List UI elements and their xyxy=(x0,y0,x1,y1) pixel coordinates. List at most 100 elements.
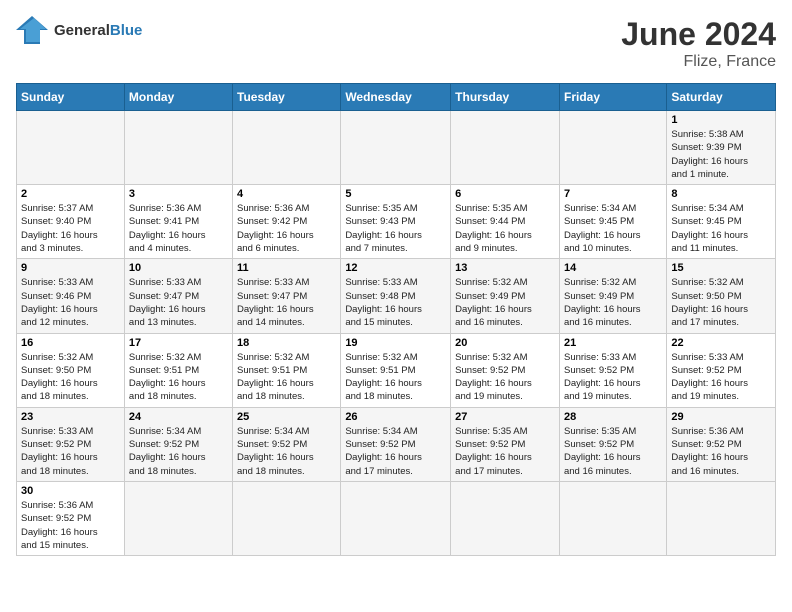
calendar-cell xyxy=(559,481,666,555)
calendar-cell: 21 Sunrise: 5:33 AM Sunset: 9:52 PM Dayli… xyxy=(559,333,666,407)
day-info: Sunrise: 5:32 AM Sunset: 9:51 PM Dayligh… xyxy=(237,351,336,404)
day-info: Sunrise: 5:33 AM Sunset: 9:52 PM Dayligh… xyxy=(671,351,771,404)
calendar-cell: 12Sunrise: 5:33 AM Sunset: 9:48 PM Dayli… xyxy=(341,259,451,333)
weekday-header-sunday: Sunday xyxy=(17,84,125,111)
day-info: Sunrise: 5:32 AM Sunset: 9:49 PM Dayligh… xyxy=(564,276,662,329)
day-number: 5 xyxy=(345,188,446,200)
calendar-cell xyxy=(559,111,666,185)
header: GeneralBlue June 2024 Flize, France xyxy=(16,16,776,71)
logo-icon xyxy=(16,16,48,44)
day-info: Sunrise: 5:33 AM Sunset: 9:47 PM Dayligh… xyxy=(129,276,228,329)
weekday-header-tuesday: Tuesday xyxy=(233,84,341,111)
calendar-cell: 22 Sunrise: 5:33 AM Sunset: 9:52 PM Dayli… xyxy=(667,333,776,407)
day-info: Sunrise: 5:35 AM Sunset: 9:52 PM Dayligh… xyxy=(455,425,555,478)
day-number: 4 xyxy=(237,188,336,200)
calendar-cell xyxy=(341,481,451,555)
day-info: Sunrise: 5:34 AM Sunset: 9:45 PM Dayligh… xyxy=(564,202,662,255)
weekday-header-monday: Monday xyxy=(124,84,232,111)
day-info: Sunrise: 5:35 AM Sunset: 9:44 PM Dayligh… xyxy=(455,202,555,255)
calendar-cell: 15 Sunrise: 5:32 AM Sunset: 9:50 PM Dayli… xyxy=(667,259,776,333)
day-info: Sunrise: 5:33 AM Sunset: 9:47 PM Dayligh… xyxy=(237,276,336,329)
day-number: 14 xyxy=(564,262,662,274)
location-subtitle: Flize, France xyxy=(621,53,776,71)
day-info: Sunrise: 5:37 AM Sunset: 9:40 PM Dayligh… xyxy=(21,202,120,255)
day-info: Sunrise: 5:32 AM Sunset: 9:49 PM Dayligh… xyxy=(455,276,555,329)
day-info: Sunrise: 5:35 AM Sunset: 9:43 PM Dayligh… xyxy=(345,202,446,255)
day-number: 17 xyxy=(129,337,228,349)
day-info: Sunrise: 5:34 AM Sunset: 9:52 PM Dayligh… xyxy=(129,425,228,478)
day-number: 19 xyxy=(345,337,446,349)
calendar-cell: 16 Sunrise: 5:32 AM Sunset: 9:50 PM Dayli… xyxy=(17,333,125,407)
day-number: 3 xyxy=(129,188,228,200)
day-info: Sunrise: 5:32 AM Sunset: 9:51 PM Dayligh… xyxy=(345,351,446,404)
day-number: 16 xyxy=(21,337,120,349)
day-number: 23 xyxy=(21,411,120,423)
day-number: 21 xyxy=(564,337,662,349)
calendar-cell xyxy=(667,481,776,555)
calendar-cell: 24Sunrise: 5:34 AM Sunset: 9:52 PM Dayli… xyxy=(124,407,232,481)
day-number: 30 xyxy=(21,485,120,497)
day-number: 29 xyxy=(671,411,771,423)
day-number: 26 xyxy=(345,411,446,423)
calendar-cell: 14 Sunrise: 5:32 AM Sunset: 9:49 PM Dayli… xyxy=(559,259,666,333)
calendar-cell xyxy=(451,481,560,555)
calendar-cell: 28 Sunrise: 5:35 AM Sunset: 9:52 PM Dayli… xyxy=(559,407,666,481)
calendar-cell xyxy=(17,111,125,185)
calendar-cell: 17 Sunrise: 5:32 AM Sunset: 9:51 PM Dayli… xyxy=(124,333,232,407)
day-info: Sunrise: 5:32 AM Sunset: 9:51 PM Dayligh… xyxy=(129,351,228,404)
day-number: 6 xyxy=(455,188,555,200)
calendar-cell: 10 Sunrise: 5:33 AM Sunset: 9:47 PM Dayli… xyxy=(124,259,232,333)
day-info: Sunrise: 5:35 AM Sunset: 9:52 PM Dayligh… xyxy=(564,425,662,478)
calendar-cell: 6 Sunrise: 5:35 AM Sunset: 9:44 PM Daylig… xyxy=(451,185,560,259)
day-info: Sunrise: 5:32 AM Sunset: 9:52 PM Dayligh… xyxy=(455,351,555,404)
calendar-cell: 27Sunrise: 5:35 AM Sunset: 9:52 PM Dayli… xyxy=(451,407,560,481)
week-row-6: 30 Sunrise: 5:36 AM Sunset: 9:52 PM Dayli… xyxy=(17,481,776,555)
week-row-3: 9 Sunrise: 5:33 AM Sunset: 9:46 PM Daylig… xyxy=(17,259,776,333)
day-info: Sunrise: 5:36 AM Sunset: 9:41 PM Dayligh… xyxy=(129,202,228,255)
day-number: 10 xyxy=(129,262,228,274)
calendar-cell: 5 Sunrise: 5:35 AM Sunset: 9:43 PM Daylig… xyxy=(341,185,451,259)
day-number: 8 xyxy=(671,188,771,200)
day-number: 11 xyxy=(237,262,336,274)
day-info: Sunrise: 5:36 AM Sunset: 9:52 PM Dayligh… xyxy=(671,425,771,478)
calendar-cell xyxy=(233,111,341,185)
day-number: 13 xyxy=(455,262,555,274)
day-info: Sunrise: 5:32 AM Sunset: 9:50 PM Dayligh… xyxy=(671,276,771,329)
month-year-title: June 2024 xyxy=(621,16,776,53)
day-number: 22 xyxy=(671,337,771,349)
day-info: Sunrise: 5:33 AM Sunset: 9:46 PM Dayligh… xyxy=(21,276,120,329)
day-info: Sunrise: 5:32 AM Sunset: 9:50 PM Dayligh… xyxy=(21,351,120,404)
week-row-2: 2 Sunrise: 5:37 AM Sunset: 9:40 PM Daylig… xyxy=(17,185,776,259)
calendar-cell: 3 Sunrise: 5:36 AM Sunset: 9:41 PM Daylig… xyxy=(124,185,232,259)
calendar-cell: 13 Sunrise: 5:32 AM Sunset: 9:49 PM Dayli… xyxy=(451,259,560,333)
calendar-cell xyxy=(341,111,451,185)
weekday-header-row: SundayMondayTuesdayWednesdayThursdayFrid… xyxy=(17,84,776,111)
day-number: 15 xyxy=(671,262,771,274)
day-info: Sunrise: 5:33 AM Sunset: 9:52 PM Dayligh… xyxy=(564,351,662,404)
day-info: Sunrise: 5:38 AM Sunset: 9:39 PM Dayligh… xyxy=(671,128,771,181)
day-number: 9 xyxy=(21,262,120,274)
logo: GeneralBlue xyxy=(16,16,142,44)
calendar-cell: 29 Sunrise: 5:36 AM Sunset: 9:52 PM Dayli… xyxy=(667,407,776,481)
calendar-cell: 8Sunrise: 5:34 AM Sunset: 9:45 PM Daylig… xyxy=(667,185,776,259)
calendar-cell: 4Sunrise: 5:36 AM Sunset: 9:42 PM Daylig… xyxy=(233,185,341,259)
calendar-cell: 30 Sunrise: 5:36 AM Sunset: 9:52 PM Dayli… xyxy=(17,481,125,555)
day-info: Sunrise: 5:36 AM Sunset: 9:52 PM Dayligh… xyxy=(21,499,120,552)
calendar-cell: 1 Sunrise: 5:38 AM Sunset: 9:39 PM Daylig… xyxy=(667,111,776,185)
weekday-header-saturday: Saturday xyxy=(667,84,776,111)
week-row-1: 1 Sunrise: 5:38 AM Sunset: 9:39 PM Daylig… xyxy=(17,111,776,185)
week-row-5: 23Sunrise: 5:33 AM Sunset: 9:52 PM Dayli… xyxy=(17,407,776,481)
day-number: 12 xyxy=(345,262,446,274)
calendar-cell: 18 Sunrise: 5:32 AM Sunset: 9:51 PM Dayli… xyxy=(233,333,341,407)
day-number: 2 xyxy=(21,188,120,200)
day-number: 1 xyxy=(671,114,771,126)
calendar-cell xyxy=(124,481,232,555)
day-number: 25 xyxy=(237,411,336,423)
calendar-cell: 7Sunrise: 5:34 AM Sunset: 9:45 PM Daylig… xyxy=(559,185,666,259)
day-number: 28 xyxy=(564,411,662,423)
day-number: 18 xyxy=(237,337,336,349)
weekday-header-thursday: Thursday xyxy=(451,84,560,111)
calendar-cell: 9 Sunrise: 5:33 AM Sunset: 9:46 PM Daylig… xyxy=(17,259,125,333)
weekday-header-friday: Friday xyxy=(559,84,666,111)
calendar-table: SundayMondayTuesdayWednesdayThursdayFrid… xyxy=(16,83,776,556)
